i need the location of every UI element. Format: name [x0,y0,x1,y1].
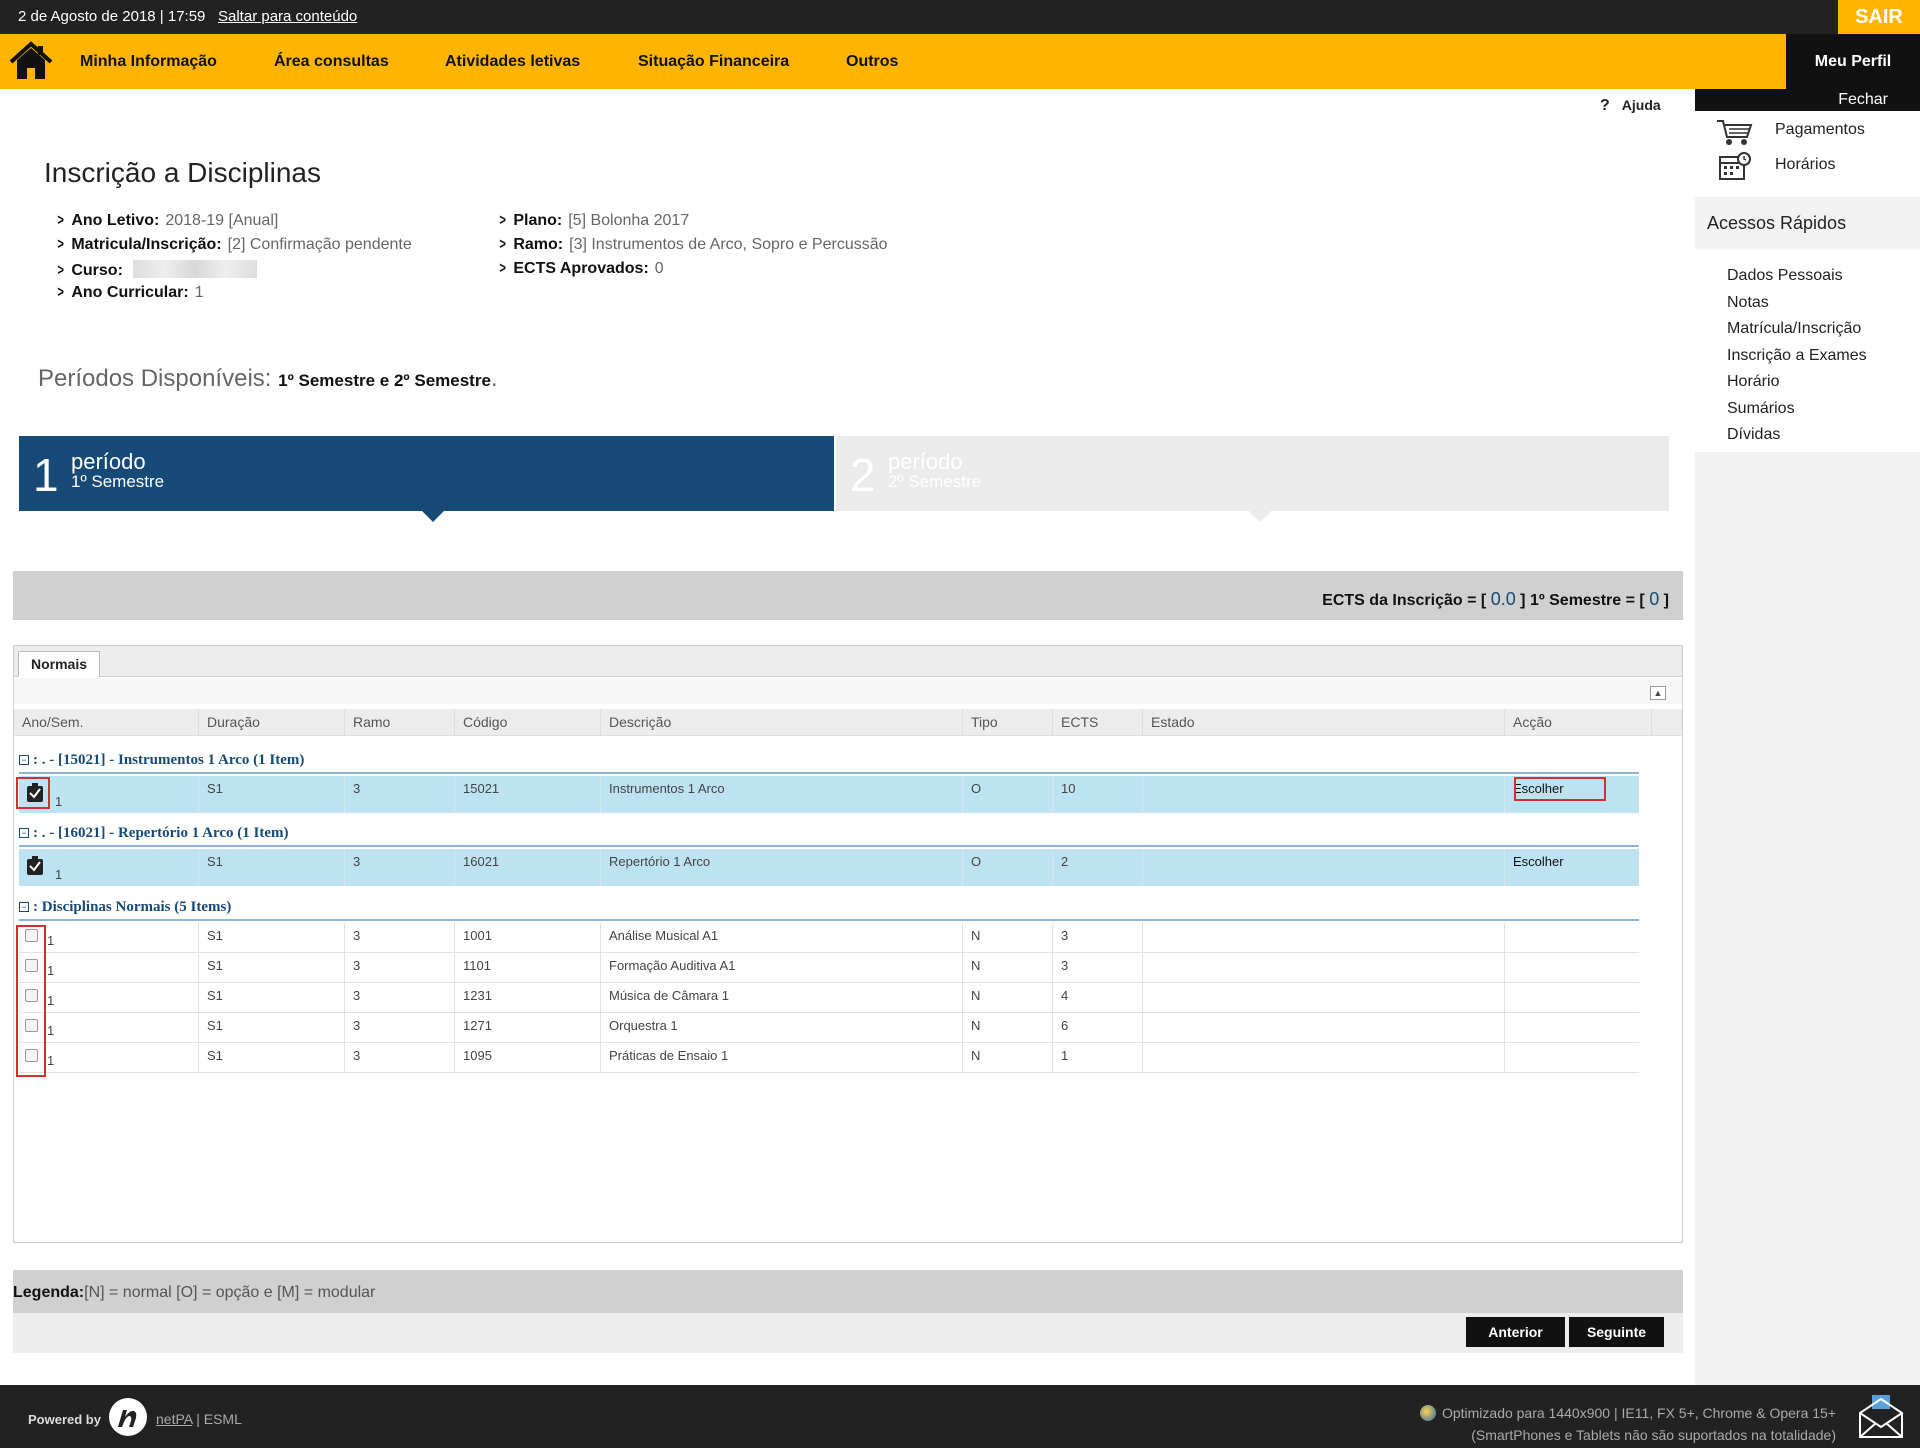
sidebar-item-horarios[interactable]: Horários [1775,156,1835,174]
blurred-course-name [132,260,257,278]
info-curso: > Curso: [56,260,257,280]
netpa-link[interactable]: netPA [156,1411,192,1427]
nav-situacao-financeira[interactable]: Situação Financeira [638,53,789,71]
home-icon[interactable] [8,40,54,82]
collapse-group-icon[interactable]: − [19,755,29,765]
chevron-right-icon: > [499,212,506,229]
school-label: | ESML [196,1411,242,1427]
next-button[interactable]: Seguinte [1569,1317,1664,1347]
col-ramo[interactable]: Ramo [345,709,455,736]
globe-icon [1419,1405,1436,1421]
col-duracao[interactable]: Duração [199,709,345,736]
navigation-buttons: Anterior Seguinte [13,1313,1683,1353]
table-row[interactable]: 1 S1 3 1101 Formação Auditiva A1 N 3 [19,953,1639,983]
netpa-logo-icon [109,1398,147,1436]
info-ano-curricular: > Ano Curricular: 1 [57,284,204,301]
period-tab-1[interactable]: 1 período 1º Semestre [19,436,834,511]
quick-link-horario[interactable]: Horário [1695,369,1920,396]
quick-access-title: Acessos Rápidos [1707,213,1847,233]
chevron-right-icon: > [57,262,64,279]
table-row[interactable]: 1 S1 3 15021 Instrumentos 1 Arco O 10 Es… [19,776,1639,813]
table-row[interactable]: 1 S1 3 1001 Análise Musical A1 N 3 [19,923,1639,953]
collapse-group-icon[interactable]: − [19,828,29,838]
nav-outros[interactable]: Outros [846,53,898,71]
period-tab-2[interactable]: 2 período 2º Semestre [836,436,1669,511]
active-tab-pointer-icon [421,510,445,522]
page-title: Inscrição a Disciplinas [44,157,321,188]
col-descricao[interactable]: Descrição [601,709,963,736]
checkbox-column-marker [16,925,46,1077]
quick-access-list: Dados Pessoais Notas Matrícula/Inscrição… [1695,249,1920,452]
close-sidebar-button[interactable]: Fechar [1695,89,1920,111]
escolher-button[interactable]: Escolher [1505,849,1639,886]
col-codigo[interactable]: Código [455,709,601,736]
ects-summary-bar: ECTS da Inscrição = [ 0.0 ] 1º Semestre … [13,571,1683,620]
grid-header: Ano/Sem. Duração Ramo Código Descrição T… [14,709,1682,736]
legend: Legenda:[N] = normal [O] = opção e [M] =… [13,1270,1683,1313]
table-row[interactable]: 1 S1 3 1271 Orquestra 1 N 6 [19,1013,1639,1043]
previous-button[interactable]: Anterior [1466,1317,1565,1347]
profile-button[interactable]: Meu Perfil [1786,34,1920,89]
col-estado[interactable]: Estado [1143,709,1505,736]
col-tipo[interactable]: Tipo [963,709,1053,736]
quick-link-dividas[interactable]: Dívidas [1695,422,1920,449]
nav-atividades-letivas[interactable]: Atividades letivas [445,53,580,71]
table-row[interactable]: 1 S1 3 1095 Práticas de Ensaio 1 N 1 [19,1043,1639,1073]
quick-link-matricula[interactable]: Matrícula/Inscrição [1695,316,1920,343]
info-ects-aprovados: > ECTS Aprovados: 0 [499,260,664,277]
group-header-disciplinas-normais[interactable]: −: Disciplinas Normais (5 Items) [19,899,1639,921]
main-nav: Minha Informação Área consultas Atividad… [0,34,1920,89]
ects-summary: ECTS da Inscrição = [ 0.0 ] 1º Semestre … [1322,589,1669,609]
sidebar-item-pagamentos[interactable]: Pagamentos [1775,121,1865,139]
calendar-clock-icon [1719,152,1751,180]
top-bar: 2 de Agosto de 2018 | 17:59 Saltar para … [0,0,1920,34]
chevron-right-icon: > [499,260,506,277]
nav-minha-informacao[interactable]: Minha Informação [80,53,217,71]
col-ects[interactable]: ECTS [1053,709,1143,736]
skip-to-content-link[interactable]: Saltar para conteúdo [218,8,357,25]
selection-marker [16,777,50,809]
chevron-right-icon: > [57,236,64,253]
current-date: 2 de Agosto de 2018 | 17:59 [18,8,206,25]
quick-link-sumarios[interactable]: Sumários [1695,396,1920,423]
quick-link-dados-pessoais[interactable]: Dados Pessoais [1695,263,1920,290]
collapse-group-icon[interactable]: − [19,902,29,912]
chevron-right-icon: > [57,284,64,301]
cart-icon [1717,120,1753,145]
profile-sidebar: Fechar Pagamentos Horários Acessos Rápid… [1695,89,1920,1385]
available-periods: Períodos Disponíveis: 1º Semestre e 2º S… [38,365,498,392]
info-ramo: > Ramo: [3] Instrumentos de Arco, Sopro e … [499,236,888,253]
sidebar-links: Fechar Pagamentos Horários [1695,89,1920,197]
info-matricula: > Matricula/Inscrição: [2] Confirmação pen… [57,236,412,253]
info-ano-letivo: > Ano Letivo: 2018-19 [Anual] [57,212,279,229]
course-grid: Normais ▲ Ano/Sem. Duração Ramo Código D… [13,645,1683,1243]
collapse-up-icon[interactable]: ▲ [1650,686,1666,700]
checklist-icon[interactable] [26,856,44,876]
powered-by-label: Powered by [28,1412,101,1427]
col-accao[interactable]: Acção [1505,709,1652,736]
footer: Powered by netPA | ESML Optimizado para … [0,1385,1920,1448]
question-icon: ? [1600,97,1610,114]
table-row[interactable]: 1 S1 3 1231 Música de Câmara 1 N 4 [19,983,1639,1013]
table-row[interactable]: 1 S1 3 16021 Repertório 1 Arco O 2 Escol… [19,849,1639,886]
logout-button[interactable]: SAIR [1838,0,1920,34]
tab-pointer-icon [1248,510,1272,522]
group-header-16021[interactable]: −: . - [16021] - Repertório 1 Arco (1 It… [19,825,1639,847]
chevron-right-icon: > [57,212,64,229]
browser-support-note: Optimizado para 1440x900 | IE11, FX 5+, … [1419,1402,1836,1446]
help-link[interactable]: ? Ajuda [1600,97,1661,115]
help-label: Ajuda [1621,97,1661,113]
info-plano: > Plano: [5] Bolonha 2017 [499,212,690,229]
escolher-marker [1514,777,1606,801]
mail-icon[interactable] [1856,1393,1906,1439]
group-header-15021[interactable]: −: . - [15021] - Instrumentos 1 Arco (1 … [19,752,1639,774]
chevron-right-icon: > [499,236,506,253]
nav-area-consultas[interactable]: Área consultas [274,53,389,71]
quick-link-notas[interactable]: Notas [1695,290,1920,317]
col-ano-sem[interactable]: Ano/Sem. [14,709,199,736]
tab-normais[interactable]: Normais [18,651,101,677]
quick-link-inscricao-exames[interactable]: Inscrição a Exames [1695,343,1920,370]
